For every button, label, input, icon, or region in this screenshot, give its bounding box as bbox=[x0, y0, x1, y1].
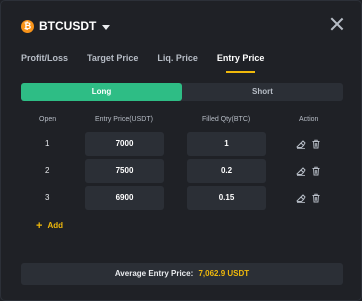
filled-qty-input[interactable]: 1 bbox=[187, 132, 266, 156]
table-header: Open Entry Price(USDT) Filled Qty(BTC) A… bbox=[1, 116, 361, 128]
filled-qty-input[interactable]: 0.15 bbox=[187, 186, 266, 210]
eraser-icon[interactable] bbox=[296, 166, 306, 176]
average-entry-price-label: Average Entry Price: bbox=[114, 269, 194, 278]
average-entry-price-value: 7,062.9 USDT bbox=[198, 269, 250, 278]
close-icon[interactable] bbox=[330, 17, 344, 31]
result-bar: Average Entry Price: 7,062.9 USDT bbox=[21, 263, 343, 285]
eraser-icon[interactable] bbox=[296, 139, 306, 149]
tab-target-price[interactable]: Target Price bbox=[87, 49, 138, 75]
tab-liq-price[interactable]: Liq. Price bbox=[157, 49, 198, 75]
action-header: Action bbox=[299, 116, 319, 123]
eraser-icon[interactable] bbox=[296, 193, 306, 203]
table-row: 2 7500 0.2 bbox=[1, 159, 361, 183]
entry-price-input[interactable]: 7500 bbox=[85, 159, 164, 183]
caret-down-icon[interactable] bbox=[102, 24, 111, 30]
add-label: Add bbox=[47, 221, 63, 230]
pair-label: BTCUSDT bbox=[39, 19, 97, 33]
side-toggle: Long Short bbox=[21, 83, 343, 101]
entry-price-input[interactable]: 7000 bbox=[85, 132, 164, 156]
open-number: 1 bbox=[45, 139, 50, 148]
table-row: 1 7000 1 bbox=[1, 132, 361, 156]
tab-entry-price[interactable]: Entry Price bbox=[217, 49, 264, 75]
entry-price-input[interactable]: 6900 bbox=[85, 186, 164, 210]
pair-selector[interactable]: ₿ BTCUSDT bbox=[21, 17, 111, 35]
trash-icon[interactable] bbox=[311, 193, 321, 203]
open-number: 3 bbox=[45, 193, 50, 202]
table-row: 3 6900 0.15 bbox=[1, 186, 361, 210]
filled-qty-input[interactable]: 0.2 bbox=[187, 159, 266, 183]
plus-icon: + bbox=[36, 219, 43, 232]
tab-profit-loss[interactable]: Profit/Loss bbox=[21, 49, 68, 75]
add-row-button[interactable]: + Add bbox=[36, 219, 63, 232]
open-number: 2 bbox=[45, 166, 50, 175]
entry-price-calculator-modal: ₿ BTCUSDT Profit/Loss Target Price Liq. … bbox=[0, 0, 362, 301]
calculator-tabs: Profit/Loss Target Price Liq. Price Entr… bbox=[21, 49, 283, 75]
short-button[interactable]: Short bbox=[182, 83, 343, 101]
bitcoin-icon: ₿ bbox=[21, 19, 34, 33]
trash-icon[interactable] bbox=[311, 166, 321, 176]
long-button[interactable]: Long bbox=[21, 83, 182, 101]
filled-qty-header: Filled Qty(BTC) bbox=[202, 116, 251, 123]
trash-icon[interactable] bbox=[311, 139, 321, 149]
open-header: Open bbox=[39, 116, 57, 123]
entry-price-header: Entry Price(USDT) bbox=[95, 116, 153, 123]
